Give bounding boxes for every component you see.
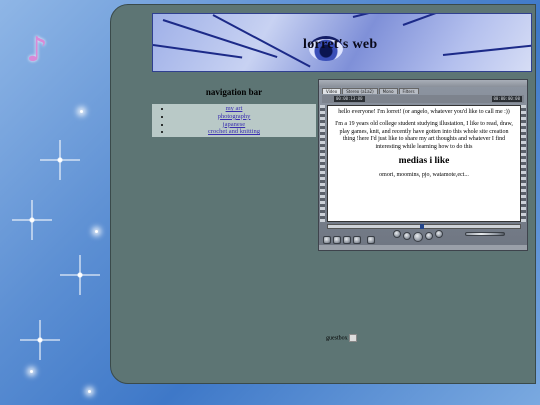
nav-item-photography: photography [152, 113, 316, 121]
guestbook-label: guestbox [326, 335, 348, 342]
nav-link-photography[interactable]: photography [218, 113, 251, 120]
banner-art [153, 44, 243, 59]
about-text: I'm a 19 years old college student study… [335, 121, 513, 150]
nav-list: my art photography japanese crochet and … [152, 104, 316, 136]
nav-link-crochet-and-knitting[interactable]: crochet and knitting [208, 128, 260, 135]
tab-stereo[interactable]: Stereo (a1a2) [342, 88, 378, 94]
media-list: omori, moomins, pjo, watamote,ect... [379, 172, 469, 179]
guestbook[interactable]: guestbox [326, 334, 357, 342]
tab-filters[interactable]: Filters [398, 88, 419, 94]
player-frame: Video Stereo (a1a2) Mono Filters 00:00:1… [318, 79, 528, 251]
step-back-button[interactable] [333, 236, 341, 244]
rewind-button[interactable] [323, 236, 331, 244]
tab-mono[interactable]: Mono [378, 88, 398, 94]
player-toolbar: 00:00:13:00 00:00:00:00 [322, 95, 524, 103]
timecode-left: 00:00:13:00 [334, 96, 365, 102]
timecode-right: 00:00:00:00 [491, 96, 522, 102]
nav-title: navigation bar [205, 87, 263, 97]
player-titlebar [319, 80, 527, 87]
nav-link-my-art[interactable]: my art [226, 105, 243, 112]
sparkle-icon [20, 320, 60, 360]
film-strip-left [320, 105, 325, 222]
sparkle-icon [40, 140, 80, 180]
greeting-text: hello everyone! I'm lorret! (or angelo, … [338, 109, 510, 115]
media-heading: medias i like [398, 156, 450, 167]
site-title: lorret's web [303, 37, 378, 52]
music-note-icon: ♪ [26, 30, 48, 70]
nav-box: my art photography japanese crochet and … [152, 104, 316, 137]
sparkle-icon [12, 200, 52, 240]
sparkle-icon [30, 370, 33, 373]
banner-art [402, 14, 526, 26]
nav-link-japanese[interactable]: japanese [223, 121, 245, 128]
content-screen: hello everyone! I'm lorret! (or angelo, … [327, 105, 521, 222]
fast-forward-button[interactable] [353, 236, 361, 244]
sparkle-icon [95, 230, 98, 233]
banner-art [442, 44, 531, 56]
nav-item-japanese: japanese [152, 121, 316, 129]
nav-item-crochet: crochet and knitting [152, 128, 316, 136]
play-button[interactable] [413, 232, 423, 242]
mark-button[interactable] [367, 236, 375, 244]
step-forward-button[interactable] [343, 236, 351, 244]
banner-art [352, 14, 470, 18]
broken-image-icon[interactable] [348, 334, 357, 342]
stop-button[interactable] [435, 230, 443, 238]
next-button[interactable] [425, 232, 433, 240]
prev-button[interactable] [403, 232, 411, 240]
loop-button[interactable] [393, 230, 401, 238]
nav-item-my-art: my art [152, 105, 316, 113]
sparkle-icon [60, 255, 100, 295]
tab-video[interactable]: Video [322, 88, 342, 94]
player-tabs: Video Stereo (a1a2) Mono Filters [322, 88, 420, 94]
sparkle-icon [88, 390, 91, 393]
player-footer [319, 245, 527, 250]
scrub-bar[interactable] [327, 224, 521, 229]
film-strip-right [521, 105, 526, 222]
jog-slider[interactable] [465, 232, 505, 236]
header-banner: lorret's web [152, 13, 532, 72]
sparkle-icon [80, 110, 83, 113]
playhead[interactable] [420, 224, 424, 229]
